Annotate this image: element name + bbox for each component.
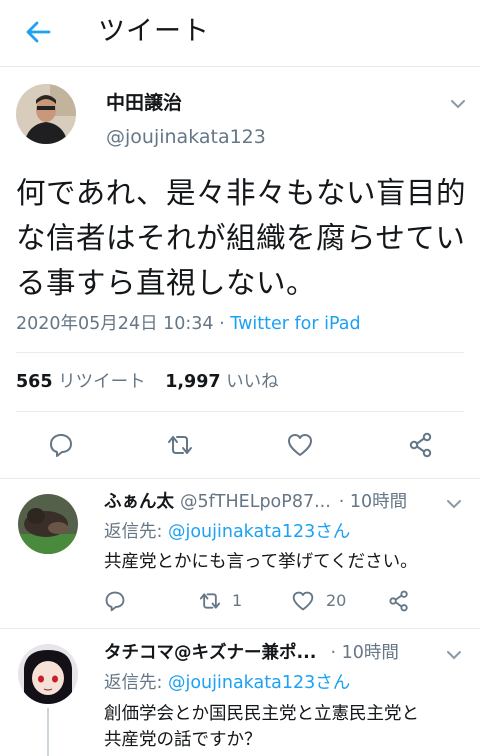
reply-to-label: 返信先:: [104, 673, 163, 693]
like-count: 1,997: [165, 372, 221, 392]
reply-thread-line: [47, 708, 49, 756]
reply-to-handle[interactable]: @joujinakata123さん: [168, 673, 350, 693]
share-icon[interactable]: [404, 428, 438, 462]
reply-text: 創価学会とか国民民主党と立憲民主党と 共産党の話ですか？: [104, 701, 419, 753]
meta-separator: ·: [213, 314, 231, 334]
tweet-source[interactable]: Twitter for iPad: [230, 314, 360, 334]
reply-like-count: 20: [326, 591, 347, 610]
reply-author-handle[interactable]: @5fTHELpoP87...: [180, 489, 331, 515]
author-avatar[interactable]: [16, 84, 76, 144]
like-label: いいね: [226, 372, 279, 392]
tweet-meta: 2020年05月24日 10:34 · Twitter for iPad: [16, 311, 361, 337]
reply-to-line: 返信先: @joujinakata123さん: [104, 519, 350, 545]
engagement-stats: 565 リツイート 1,997 いいね: [16, 369, 279, 395]
reply-retweet-count: 1: [232, 591, 243, 610]
retweet-icon[interactable]: [196, 588, 224, 614]
like-heart-icon[interactable]: [283, 428, 317, 462]
author-handle[interactable]: @joujinakata123: [106, 124, 266, 150]
back-arrow-icon[interactable]: [22, 16, 54, 48]
chevron-down-icon[interactable]: [444, 494, 464, 514]
reply-time[interactable]: · 10時間: [339, 489, 407, 515]
tweet-text-line: る事すら直視しない。: [16, 266, 317, 300]
divider: [16, 411, 464, 412]
reply-text: 共産党とかにも言って挙げてください。: [104, 552, 418, 572]
reply-text-line: 共産党の話ですか？: [104, 730, 262, 750]
tweet-text: 何であれ、是々非々もない盲目的 な信者はそれが組織を腐らせてい る事すら直視しな…: [16, 171, 466, 306]
page-title: ツイート: [98, 16, 210, 47]
reply-to-handle[interactable]: @joujinakata123さん: [168, 522, 350, 542]
reply-to-label: 返信先:: [104, 522, 163, 542]
reply-avatar[interactable]: [18, 494, 78, 554]
tweet-text-line: な信者はそれが組織を腐らせてい: [16, 221, 466, 255]
reply-text-line: 創価学会とか国民民主党と立憲民主党と: [104, 704, 419, 724]
retweet-label: リツイート: [58, 372, 146, 392]
reply-time[interactable]: · 10時間: [330, 640, 398, 666]
reply-avatar[interactable]: [18, 644, 78, 704]
reply-icon[interactable]: [44, 428, 78, 462]
retweet-icon[interactable]: [162, 428, 198, 462]
tweet-text-line: 何であれ、是々非々もない盲目的: [16, 176, 467, 210]
reply-author-name[interactable]: ふぁん太: [104, 489, 174, 515]
divider: [0, 628, 480, 629]
reply-header: タチコマ@キズナー兼ポ... · 10時間: [104, 640, 440, 666]
tweet-timestamp[interactable]: 2020年05月24日 10:34: [16, 314, 214, 334]
retweet-count: 565: [16, 372, 53, 392]
chevron-down-icon[interactable]: [444, 645, 464, 665]
share-icon[interactable]: [386, 588, 412, 614]
like-heart-icon[interactable]: [290, 588, 316, 614]
like-stat[interactable]: 1,997 いいね: [165, 372, 278, 392]
divider: [0, 478, 480, 479]
reply-to-line: 返信先: @joujinakata123さん: [104, 670, 350, 696]
divider: [16, 352, 464, 353]
retweet-stat[interactable]: 565 リツイート: [16, 372, 146, 392]
reply-author-name[interactable]: タチコマ@キズナー兼ポ...: [104, 640, 316, 666]
top-bar: [0, 0, 480, 67]
reply-icon[interactable]: [102, 588, 128, 614]
chevron-down-icon[interactable]: [448, 94, 468, 114]
reply-header: ふぁん太 @5fTHELpoP87... · 10時間: [104, 489, 440, 515]
author-name[interactable]: 中田譲治: [106, 90, 182, 116]
